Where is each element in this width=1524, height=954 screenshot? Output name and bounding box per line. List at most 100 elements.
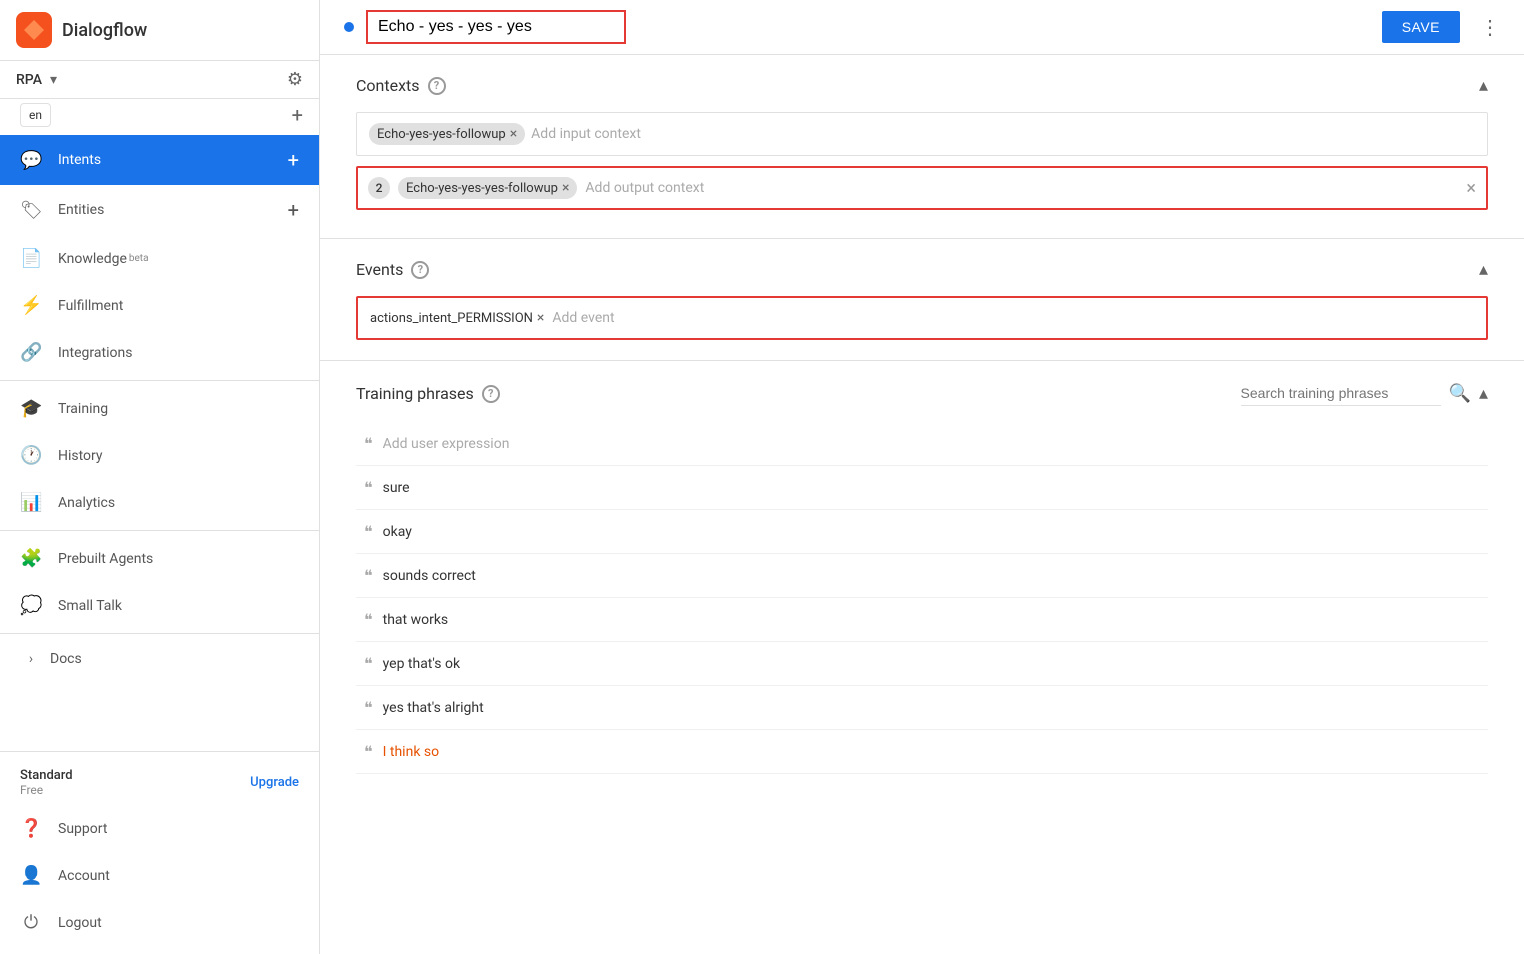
add-event-text[interactable]: Add event — [552, 310, 614, 326]
input-context-row[interactable]: Echo-yes-yes-followup × Add input contex… — [356, 112, 1488, 156]
output-context-number: 2 — [368, 177, 390, 199]
events-title: Events — [356, 260, 403, 279]
phrase-text: yes that's alright — [383, 700, 484, 716]
integrations-icon: 🔗 — [20, 342, 42, 363]
phrase-row[interactable]: ❝ okay — [356, 510, 1488, 554]
sidebar-item-label: Support — [58, 821, 107, 837]
sidebar-item-integrations[interactable]: 🔗 Integrations — [0, 329, 319, 376]
search-phrases-input[interactable] — [1241, 381, 1441, 406]
main-header: SAVE ⋮ — [320, 0, 1524, 55]
phrase-text: okay — [383, 524, 412, 540]
sidebar-item-prebuilt[interactable]: 🧩 Prebuilt Agents — [0, 535, 319, 582]
add-output-context-text[interactable]: Add output context — [585, 180, 1458, 196]
intents-plus-icon[interactable]: + — [288, 148, 299, 172]
sidebar: Dialogflow RPA ▾ ⚙ en + 💬 Intents + 🏷 En… — [0, 0, 320, 954]
sidebar-item-label: Integrations — [58, 345, 132, 361]
sidebar-item-analytics[interactable]: 📊 Analytics — [0, 479, 319, 526]
phrase-row[interactable]: ❝ yep that's ok — [356, 642, 1488, 686]
upgrade-link[interactable]: Upgrade — [250, 775, 299, 790]
output-context-row[interactable]: 2 Echo-yes-yes-yes-followup × Add output… — [356, 166, 1488, 210]
main-content: SAVE ⋮ Contexts ? ▴ Echo-yes-yes-followu… — [320, 0, 1524, 954]
account-icon: 👤 — [20, 865, 42, 886]
event-row[interactable]: actions_intent_PERMISSION × Add event — [356, 296, 1488, 340]
training-phrases-help-icon[interactable]: ? — [482, 385, 500, 403]
plan-sub: Free — [20, 783, 73, 797]
phrase-row[interactable]: ❝that works — [356, 598, 1488, 642]
phrase-row[interactable]: ❝ I think so — [356, 730, 1488, 774]
delete-output-context-icon[interactable]: × — [1466, 178, 1476, 199]
quote-icon-add: ❝ — [364, 434, 373, 453]
docs-expand-icon: › — [20, 651, 42, 667]
phrase-text: I think so — [383, 744, 440, 760]
event-chip-close-icon[interactable]: × — [537, 310, 544, 326]
plan-row: Standard Free Upgrade — [0, 760, 319, 805]
input-context-chip: Echo-yes-yes-followup × — [369, 123, 525, 145]
intents-icon: 💬 — [20, 150, 42, 171]
quote-icon: ❝ — [364, 610, 373, 629]
add-expression-row[interactable]: ❝ Add user expression — [356, 422, 1488, 466]
sidebar-item-logout[interactable]: ⏻ Logout — [0, 899, 319, 946]
phrase-row[interactable]: ❝yes that's alright — [356, 686, 1488, 730]
contexts-header: Contexts ? ▴ — [356, 75, 1488, 96]
nav-divider-1 — [0, 380, 319, 381]
sidebar-item-entities[interactable]: 🏷 Entities + — [0, 185, 319, 235]
entities-plus-icon[interactable]: + — [288, 198, 299, 222]
contexts-help-icon[interactable]: ? — [428, 77, 446, 95]
sidebar-item-label: History — [58, 448, 103, 464]
training-collapse-icon[interactable]: ▴ — [1479, 383, 1488, 404]
agent-name: RPA — [16, 72, 42, 88]
sidebar-item-history[interactable]: 🕐 History — [0, 432, 319, 479]
knowledge-beta-badge: beta — [129, 253, 149, 264]
sidebar-item-smalltalk[interactable]: 💭 Small Talk — [0, 582, 319, 629]
add-input-context-text[interactable]: Add input context — [531, 126, 641, 142]
quote-icon: ❝ — [364, 522, 373, 541]
contexts-section: Contexts ? ▴ Echo-yes-yes-followup × Add… — [320, 55, 1524, 239]
sidebar-item-fulfillment[interactable]: ⚡ Fulfillment — [0, 282, 319, 329]
contexts-title-group: Contexts ? — [356, 76, 446, 95]
prebuilt-icon: 🧩 — [20, 548, 42, 569]
phrase-text: sounds correct — [383, 568, 476, 584]
sidebar-item-label: Docs — [50, 651, 82, 667]
phrases-list: ❝sure❝okay❝sounds correct❝that works❝yep… — [356, 466, 1488, 774]
quote-icon: ❝ — [364, 742, 373, 761]
search-icon[interactable]: 🔍 — [1449, 383, 1471, 404]
sidebar-item-docs[interactable]: › Docs — [0, 638, 319, 680]
lang-badge[interactable]: en — [20, 103, 51, 127]
agent-dropdown-icon[interactable]: ▾ — [50, 72, 57, 88]
quote-icon: ❝ — [364, 478, 373, 497]
smalltalk-icon: 💭 — [20, 595, 42, 616]
sidebar-item-intents[interactable]: 💬 Intents + — [0, 135, 319, 185]
sidebar-item-training[interactable]: 🎓 Training — [0, 385, 319, 432]
phrase-text: yep that's ok — [383, 656, 460, 672]
sidebar-item-label: Intents — [58, 152, 101, 168]
events-section: Events ? ▴ actions_intent_PERMISSION × A… — [320, 239, 1524, 361]
history-icon: 🕐 — [20, 445, 42, 466]
intent-active-dot — [344, 22, 354, 32]
nav-divider-2 — [0, 530, 319, 531]
more-options-icon[interactable]: ⋮ — [1480, 15, 1500, 39]
phrase-text: sure — [383, 480, 410, 496]
training-phrases-section: Training phrases ? 🔍 ▴ ❝ Add user expres… — [320, 361, 1524, 794]
logo-text: Dialogflow — [62, 20, 147, 41]
intent-name-input[interactable] — [366, 10, 626, 44]
lang-code: en — [29, 108, 42, 122]
sidebar-item-knowledge[interactable]: 📄 Knowledge beta — [0, 235, 319, 282]
contexts-collapse-icon[interactable]: ▴ — [1479, 75, 1488, 96]
sidebar-item-support[interactable]: ❓ Support — [0, 805, 319, 852]
phrase-row[interactable]: ❝sounds correct — [356, 554, 1488, 598]
input-chip-text: Echo-yes-yes-followup — [377, 127, 506, 142]
quote-icon: ❝ — [364, 654, 373, 673]
gear-icon[interactable]: ⚙ — [287, 69, 303, 90]
sidebar-bottom: Standard Free Upgrade ❓ Support 👤 Accoun… — [0, 751, 319, 954]
logo-icon — [16, 12, 52, 48]
add-lang-icon[interactable]: + — [292, 103, 303, 127]
events-help-icon[interactable]: ? — [411, 261, 429, 279]
input-chip-close-icon[interactable]: × — [510, 126, 517, 142]
events-collapse-icon[interactable]: ▴ — [1479, 259, 1488, 280]
phrase-row[interactable]: ❝ sure — [356, 466, 1488, 510]
sidebar-item-label: Training — [58, 401, 108, 417]
output-chip-close-icon[interactable]: × — [562, 180, 569, 196]
save-button[interactable]: SAVE — [1382, 11, 1460, 43]
events-title-group: Events ? — [356, 260, 429, 279]
sidebar-item-account[interactable]: 👤 Account — [0, 852, 319, 899]
